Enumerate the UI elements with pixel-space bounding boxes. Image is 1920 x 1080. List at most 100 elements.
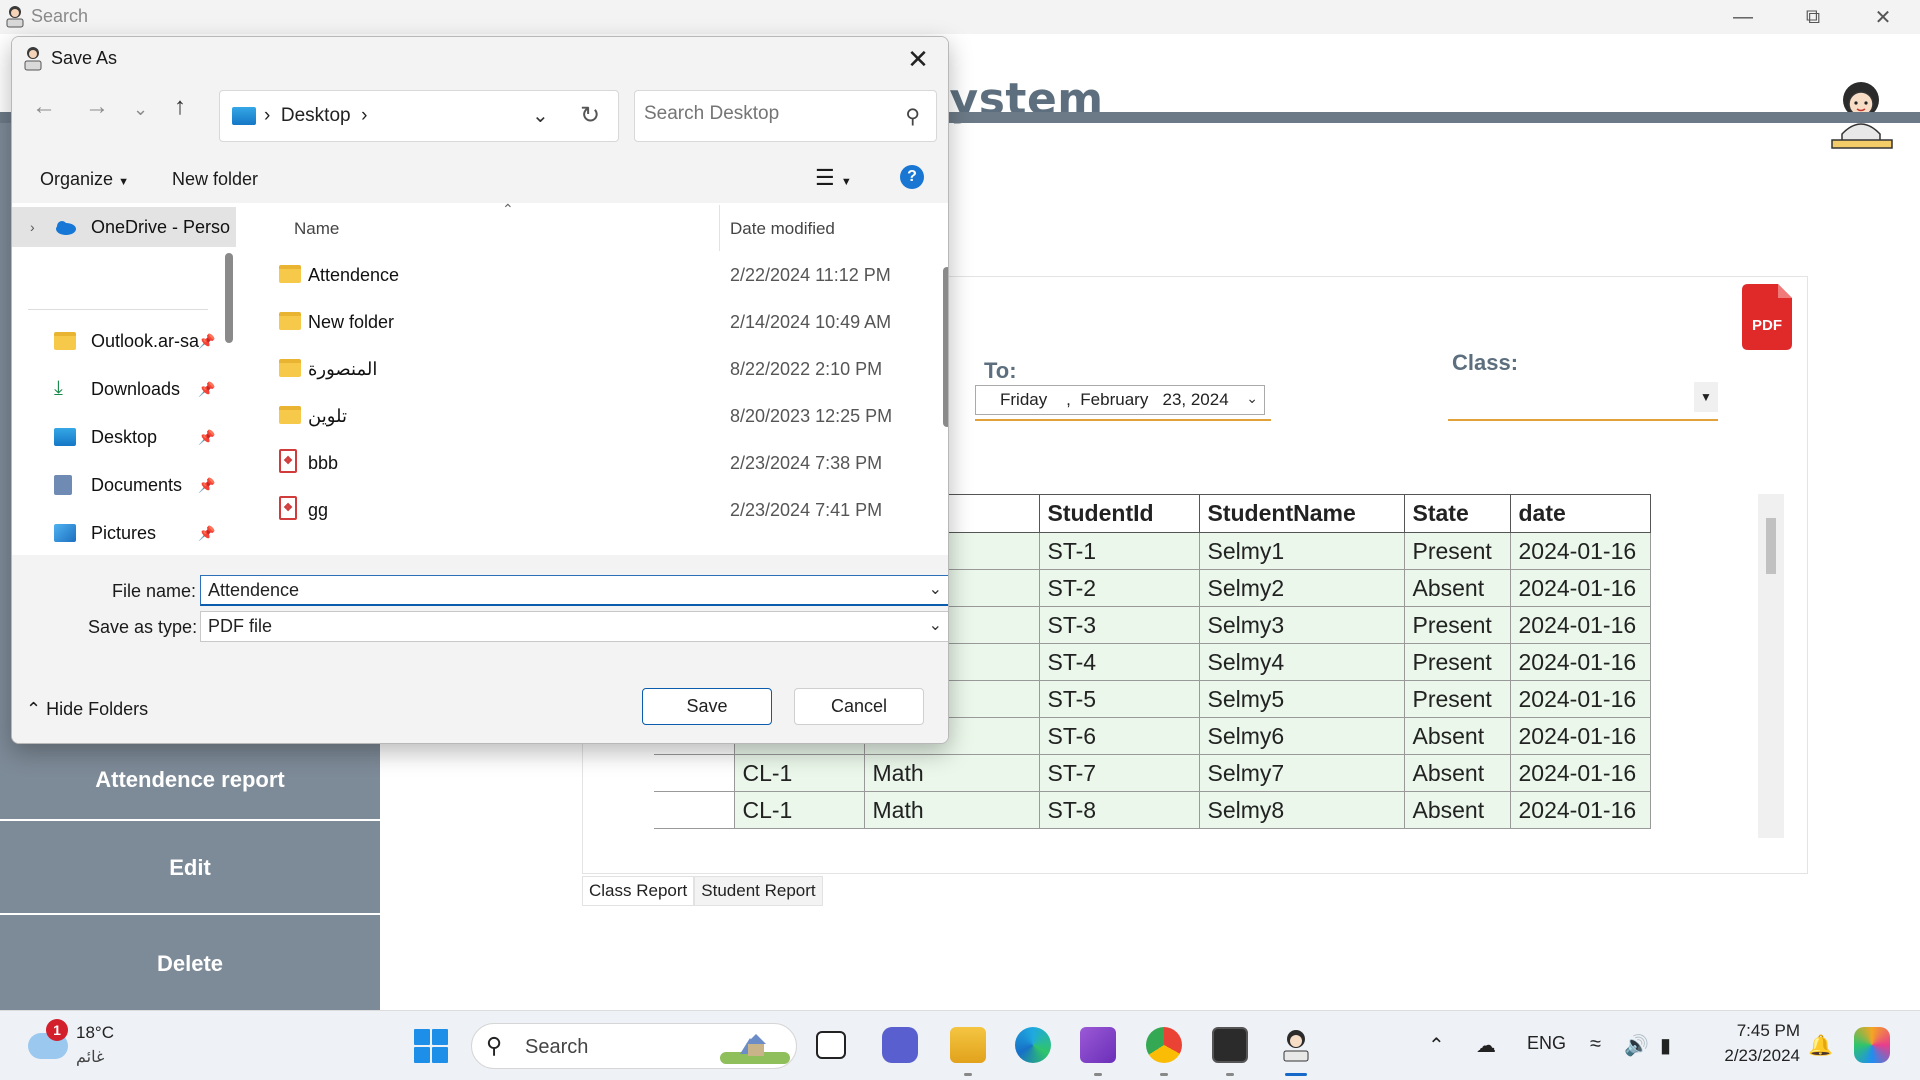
file-list-scrollbar[interactable] — [943, 267, 948, 427]
nav-item-pictures[interactable]: Pictures 📌 — [12, 513, 236, 553]
grid-scrollbar-thumb[interactable] — [1766, 518, 1776, 574]
nav-item-documents[interactable]: Documents 📌 — [12, 465, 236, 505]
refresh-icon[interactable]: ↻ — [580, 101, 600, 130]
edge-browser-icon[interactable] — [1015, 1027, 1051, 1063]
new-folder-button[interactable]: New folder — [172, 169, 258, 190]
cell-state[interactable]: Absent — [1403, 791, 1511, 829]
nav-pane-scrollbar[interactable] — [225, 253, 233, 343]
cell-student-name[interactable]: Selmy8 — [1198, 791, 1405, 829]
forward-arrow-icon[interactable]: → — [85, 93, 109, 121]
battery-icon[interactable]: ▮ — [1660, 1033, 1671, 1058]
file-row[interactable]: ❖ gg 2/23/2024 7:41 PM — [249, 490, 909, 530]
grid-header-studentid[interactable]: StudentId — [1038, 494, 1200, 533]
copilot-icon[interactable] — [1854, 1027, 1890, 1063]
dialog-close-button[interactable]: ✕ — [898, 41, 938, 77]
notification-bell-icon[interactable]: 🔔 — [1808, 1033, 1833, 1058]
task-view-icon[interactable] — [816, 1031, 846, 1059]
sidebar-attendance-report-button[interactable]: Attendence report — [0, 741, 380, 821]
start-windows-icon[interactable] — [414, 1029, 448, 1063]
cell-student-id[interactable]: ST-4 — [1038, 643, 1200, 681]
cell-student-name[interactable]: Selmy2 — [1198, 569, 1405, 607]
cell-date[interactable]: 2024-01-16 — [1509, 643, 1651, 681]
sidebar-delete-button[interactable]: Delete — [0, 917, 380, 1010]
weather-description[interactable]: غائم — [76, 1047, 104, 1067]
row-header[interactable] — [654, 754, 734, 792]
teams-chat-icon[interactable] — [882, 1027, 918, 1063]
cell-class[interactable]: CL-1 — [733, 754, 865, 792]
cell-date[interactable]: 2024-01-16 — [1509, 791, 1651, 829]
file-name-field[interactable]: Attendence ⌄ — [200, 575, 948, 606]
weather-temperature[interactable]: 18°C — [76, 1023, 114, 1043]
search-icon[interactable]: ⚲ — [905, 104, 920, 129]
cell-subject[interactable]: Math — [863, 791, 1040, 829]
chrome-browser-icon[interactable] — [1146, 1027, 1182, 1063]
class-select[interactable]: ▼ — [1448, 382, 1718, 418]
cell-student-id[interactable]: ST-1 — [1038, 532, 1200, 570]
minimize-button[interactable]: — — [1708, 0, 1778, 34]
organize-menu[interactable]: Organize ▼ — [40, 169, 129, 190]
close-button[interactable]: ✕ — [1848, 0, 1918, 34]
grid-header-state[interactable]: State — [1403, 494, 1511, 533]
show-hidden-icons-chevron-icon[interactable]: ⌃ — [1428, 1033, 1445, 1058]
grid-header-studentname[interactable]: StudentName — [1198, 494, 1405, 533]
cell-date[interactable]: 2024-01-16 — [1509, 569, 1651, 607]
cell-state[interactable]: Absent — [1403, 569, 1511, 607]
address-bar[interactable]: › Desktop › ⌄ ↻ — [219, 90, 619, 142]
chevron-down-icon[interactable]: ⌄ — [929, 579, 942, 599]
language-indicator[interactable]: ENG — [1527, 1033, 1566, 1054]
attendance-app-icon[interactable] — [1278, 1027, 1314, 1063]
wifi-icon[interactable]: ≈ — [1590, 1033, 1601, 1056]
cell-date[interactable]: 2024-01-16 — [1509, 754, 1651, 792]
cell-student-name[interactable]: Selmy3 — [1198, 606, 1405, 644]
tab-class-report[interactable]: Class Report — [582, 876, 695, 906]
recent-locations-chevron-icon[interactable]: ⌄ — [133, 99, 148, 120]
onedrive-status-icon[interactable]: ☁ — [1476, 1033, 1496, 1058]
cell-student-name[interactable]: Selmy6 — [1198, 717, 1405, 755]
cell-student-name[interactable]: Selmy7 — [1198, 754, 1405, 792]
nav-item-downloads[interactable]: ⤓ Downloads 📌 — [12, 369, 236, 409]
column-header-name[interactable]: Name — [294, 219, 339, 239]
cell-student-id[interactable]: ST-2 — [1038, 569, 1200, 607]
maximize-button[interactable]: ⧉ — [1778, 0, 1848, 34]
save-type-select[interactable]: PDF file ⌄ — [200, 611, 948, 642]
file-row[interactable]: المنصورة 8/22/2022 2:10 PM — [249, 349, 909, 389]
terminal-icon[interactable] — [1212, 1027, 1248, 1063]
table-row[interactable]: CL-1 Math ST-8 Selmy8 Absent 2024-01-16 — [654, 791, 1651, 829]
taskbar-search[interactable]: ⚲ Search — [471, 1023, 797, 1069]
grid-header-date[interactable]: date — [1509, 494, 1651, 533]
cell-student-id[interactable]: ST-7 — [1038, 754, 1200, 792]
help-icon[interactable]: ? — [900, 165, 924, 189]
cell-date[interactable]: 2024-01-16 — [1509, 606, 1651, 644]
cell-student-name[interactable]: Selmy5 — [1198, 680, 1405, 718]
row-header[interactable] — [654, 791, 734, 829]
clock-time[interactable]: 7:45 PM — [1710, 1021, 1800, 1041]
cell-state[interactable]: Present — [1403, 680, 1511, 718]
file-row[interactable]: New folder 2/14/2024 10:49 AM — [249, 302, 909, 342]
cell-student-id[interactable]: ST-6 — [1038, 717, 1200, 755]
column-header-date-modified[interactable]: Date modified — [730, 219, 835, 239]
file-row[interactable]: Attendence 2/22/2024 11:12 PM — [249, 255, 909, 295]
back-arrow-icon[interactable]: ← — [32, 93, 56, 121]
search-box[interactable]: ⚲ — [634, 90, 937, 142]
tab-student-report[interactable]: Student Report — [694, 876, 823, 906]
up-arrow-icon[interactable]: ↑ — [174, 93, 186, 121]
hide-folders-button[interactable]: ⌃ Hide Folders — [26, 699, 148, 720]
file-row[interactable]: ❖ bbb 2/23/2024 7:38 PM — [249, 443, 909, 483]
nav-item-onedrive[interactable]: › OneDrive - Perso — [12, 207, 236, 247]
cell-student-id[interactable]: ST-3 — [1038, 606, 1200, 644]
cell-subject[interactable]: Math — [863, 754, 1040, 792]
clock-date[interactable]: 2/23/2024 — [1710, 1046, 1800, 1066]
chevron-down-icon[interactable]: ⌄ — [929, 615, 942, 635]
cell-class[interactable]: CL-1 — [733, 791, 865, 829]
nav-item-outlook[interactable]: Outlook.ar-sa 📌 — [12, 321, 236, 361]
cell-state[interactable]: Present — [1403, 532, 1511, 570]
visual-studio-icon[interactable] — [1080, 1027, 1116, 1063]
view-options-icon[interactable]: ☰ ▼ — [815, 165, 852, 191]
cell-state[interactable]: Present — [1403, 643, 1511, 681]
cell-state[interactable]: Absent — [1403, 717, 1511, 755]
cell-date[interactable]: 2024-01-16 — [1509, 532, 1651, 570]
expand-chevron-icon[interactable]: › — [30, 219, 35, 235]
cell-student-name[interactable]: Selmy1 — [1198, 532, 1405, 570]
table-row[interactable]: CL-1 Math ST-7 Selmy7 Absent 2024-01-16 — [654, 754, 1651, 792]
cancel-button[interactable]: Cancel — [794, 688, 924, 725]
